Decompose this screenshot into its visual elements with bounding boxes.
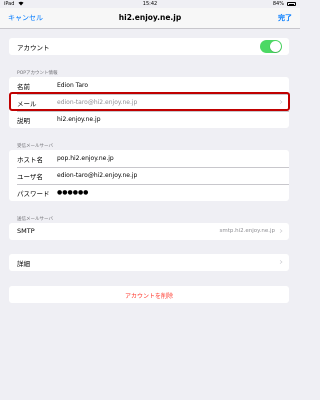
- username-value[interactable]: edion-taro@hi2.enjoy.ne.jp: [57, 172, 137, 179]
- password-row[interactable]: パスワード ●●●●●●: [9, 184, 289, 201]
- done-button[interactable]: 完了: [278, 13, 292, 23]
- battery-percentage: 84%: [272, 1, 284, 7]
- page-title: hi2.enjoy.ne.jp: [118, 13, 182, 22]
- outgoing-section-header: 送信メールサーバ: [17, 217, 53, 222]
- advanced-label: 詳細: [17, 260, 30, 268]
- description-label: 説明: [17, 117, 30, 125]
- delete-account-row[interactable]: アカウントを削除: [9, 286, 289, 303]
- description-value[interactable]: hi2.enjoy.ne.jp: [57, 116, 101, 123]
- name-label: 名前: [17, 83, 30, 91]
- outgoing-server-group: SMTP smtp.hi2.enjoy.ne.jp: [9, 223, 289, 240]
- pop-section-header: POPアカウント情報: [17, 71, 58, 76]
- status-time: 15:42: [142, 1, 158, 7]
- username-row[interactable]: ユーザ名 edion-taro@hi2.enjoy.ne.jp: [9, 167, 289, 184]
- smtp-row[interactable]: SMTP smtp.hi2.enjoy.ne.jp: [9, 223, 289, 240]
- password-label: パスワード: [17, 190, 50, 198]
- smtp-value: smtp.hi2.enjoy.ne.jp: [219, 227, 276, 234]
- navigation-bar: キャンセル hi2.enjoy.ne.jp 完了: [0, 8, 300, 29]
- incoming-server-group: ホスト名 pop.hi2.enjoy.ne.jp ユーザ名 edion-taro…: [9, 150, 289, 201]
- delete-group: アカウントを削除: [9, 286, 289, 303]
- account-label: アカウント: [17, 44, 50, 52]
- host-row[interactable]: ホスト名 pop.hi2.enjoy.ne.jp: [9, 150, 289, 167]
- host-value[interactable]: pop.hi2.enjoy.ne.jp: [57, 155, 114, 162]
- username-label: ユーザ名: [17, 173, 43, 181]
- account-toggle-row: アカウント: [9, 38, 289, 55]
- delete-account-button[interactable]: アカウントを削除: [9, 291, 289, 300]
- name-value[interactable]: Edion Taro: [57, 82, 88, 89]
- advanced-group: 詳細: [9, 254, 289, 271]
- host-label: ホスト名: [17, 156, 43, 164]
- incoming-section-header: 受信メールサーバ: [17, 144, 53, 149]
- advanced-row[interactable]: 詳細: [9, 254, 289, 271]
- toggle-knob: [270, 41, 281, 52]
- account-toggle[interactable]: [260, 40, 282, 53]
- account-group: アカウント: [9, 38, 289, 55]
- chevron-right-icon: [279, 260, 283, 264]
- status-bar: iPad 15:42 84%: [0, 0, 300, 8]
- battery-icon: [287, 2, 296, 6]
- mail-row-highlight: [9, 92, 290, 111]
- smtp-label: SMTP: [17, 227, 35, 235]
- chevron-right-icon: [279, 229, 283, 233]
- description-row[interactable]: 説明 hi2.enjoy.ne.jp: [9, 111, 289, 128]
- password-value[interactable]: ●●●●●●: [57, 189, 88, 196]
